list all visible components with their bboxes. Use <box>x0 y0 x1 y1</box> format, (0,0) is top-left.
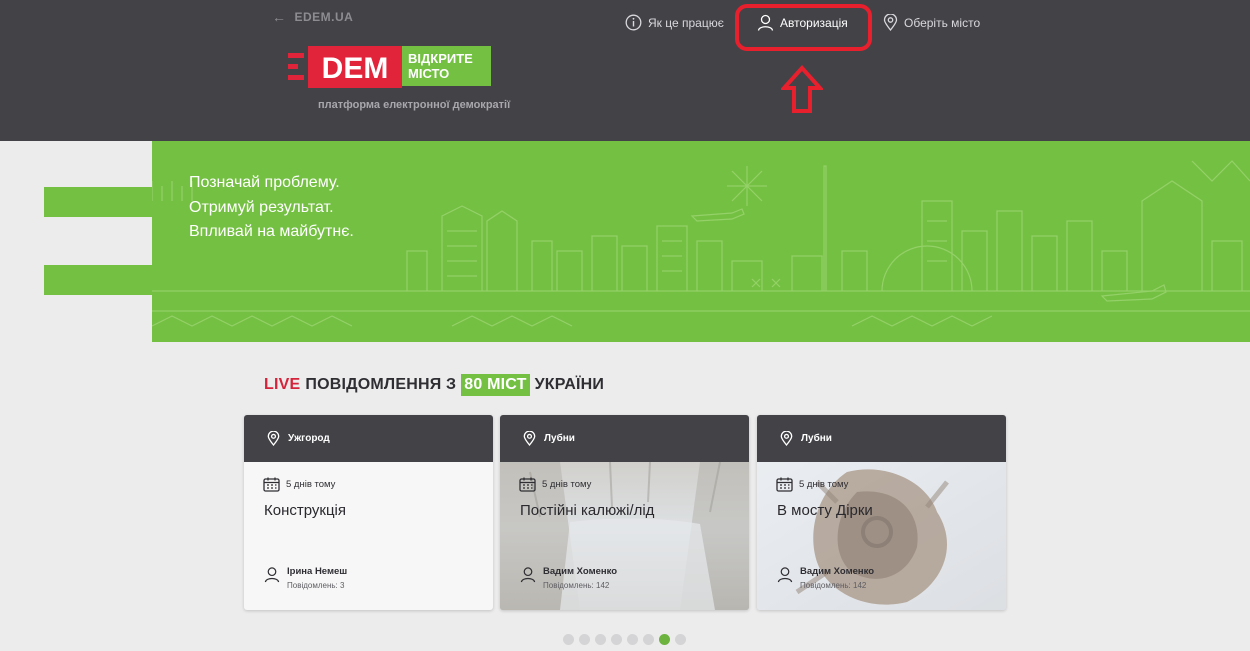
pagination-dot[interactable] <box>579 634 590 645</box>
banner-line-2: Отримуй результат. <box>189 198 334 216</box>
calendar-icon <box>776 477 793 492</box>
banner-line-1: Позначай проблему. <box>189 174 340 191</box>
card-date: 5 днів тому <box>776 477 848 492</box>
location-pin-icon <box>267 431 280 446</box>
card-date-text: 5 днів тому <box>542 479 592 490</box>
pagination-dot[interactable] <box>611 634 622 645</box>
report-card[interactable]: Лубни 5 днів тому Постійні калюжі/лід Ва… <box>500 415 749 610</box>
nav-city-label: Оберіть місто <box>904 15 981 30</box>
card-body: 5 днів тому Конструкція Ірина Немеш Пові… <box>244 462 493 610</box>
author-name: Ірина Немеш <box>287 566 348 577</box>
card-city: Лубни <box>544 433 575 444</box>
section-title: LIVE ПОВІДОМЛЕННЯ З 80 МІСТ УКРАЇНИ <box>264 374 604 396</box>
report-card[interactable]: Ужгород 5 днів тому Конструкція Ірина Не… <box>244 415 493 610</box>
logo-sub-line2: МІСТО <box>408 66 449 81</box>
card-date: 5 днів тому <box>263 477 335 492</box>
banner-bar-bottom <box>44 265 154 295</box>
logo-text: DEM <box>322 52 389 85</box>
user-icon <box>520 567 536 583</box>
location-pin-icon <box>883 14 898 31</box>
card-date-text: 5 днів тому <box>286 479 336 490</box>
user-icon <box>264 567 280 583</box>
arrow-left-icon: ← <box>272 9 287 25</box>
back-to-edem-link[interactable]: ← EDEM.UA <box>272 9 353 25</box>
edem-logo[interactable]: DEM ВІДКРИТЕ МІСТО <box>288 46 498 88</box>
user-icon <box>777 567 793 583</box>
card-body: 5 днів тому Постійні калюжі/лід Вадим Хо… <box>500 462 749 610</box>
author-report-count: Повідомлень: 3 <box>287 581 345 590</box>
banner-line-3: Впливай на майбутнє. <box>189 223 354 240</box>
red-arrow-up-icon <box>781 65 823 113</box>
card-header: Ужгород <box>244 415 493 462</box>
site-header: ← EDEM.UA DEM ВІДКРИТЕ МІСТО платформа е… <box>0 0 1250 141</box>
section-title-part2: УКРАЇНИ <box>534 376 605 393</box>
report-card[interactable]: Лубни 5 днів тому В мосту Дірки Вадим Хо… <box>757 415 1006 610</box>
author-name: Вадим Хоменко <box>543 566 618 577</box>
author-name: Вадим Хоменко <box>800 566 875 577</box>
live-label: LIVE <box>264 376 301 393</box>
cities-count-badge: 80 МІСТ <box>461 374 530 396</box>
info-icon <box>625 14 642 31</box>
card-city: Ужгород <box>288 433 330 444</box>
section-title-part1: ПОВІДОМЛЕННЯ З <box>305 376 457 393</box>
back-link-label: EDEM.UA <box>294 10 354 24</box>
nav-how-label: Як це працює <box>648 15 724 30</box>
card-body: 5 днів тому В мосту Дірки Вадим Хоменко … <box>757 462 1006 610</box>
user-icon <box>757 14 774 31</box>
card-author: Вадим Хоменко Повідомлень: 142 <box>520 566 617 590</box>
card-title: Конструкція <box>264 502 347 519</box>
location-pin-icon <box>780 431 793 446</box>
card-title: Постійні калюжі/лід <box>520 502 655 519</box>
card-author: Ірина Немеш Повідомлень: 3 <box>264 566 347 590</box>
card-header: Лубни <box>757 415 1006 462</box>
pagination-dot[interactable] <box>563 634 574 645</box>
calendar-icon <box>263 477 280 492</box>
logo-tagline: платформа електронної демократії <box>318 99 511 111</box>
banner-bar-top <box>44 187 154 217</box>
location-pin-icon <box>523 431 536 446</box>
logo-sub-line1: ВІДКРИТЕ <box>408 51 473 66</box>
nav-auth-label: Авторизація <box>780 15 848 30</box>
pagination-dot[interactable] <box>675 634 686 645</box>
pagination-dot[interactable] <box>659 634 670 645</box>
pagination-dot[interactable] <box>627 634 638 645</box>
card-date-text: 5 днів тому <box>799 479 849 490</box>
hero-banner: Позначай проблему. Отримуй результат. Вп… <box>152 141 1250 342</box>
nav-choose-city[interactable]: Оберіть місто <box>883 14 980 31</box>
card-city: Лубни <box>801 433 832 444</box>
author-report-count: Повідомлень: 142 <box>800 581 867 590</box>
nav-authorization[interactable]: Авторизація <box>757 14 848 31</box>
pagination-dot[interactable] <box>595 634 606 645</box>
card-header: Лубни <box>500 415 749 462</box>
author-report-count: Повідомлень: 142 <box>543 581 610 590</box>
card-title: В мосту Дірки <box>777 502 873 519</box>
card-author: Вадим Хоменко Повідомлень: 142 <box>777 566 874 590</box>
nav-how-it-works[interactable]: Як це працює <box>625 14 724 31</box>
card-date: 5 днів тому <box>519 477 591 492</box>
carousel-pagination <box>563 634 686 645</box>
pagination-dot[interactable] <box>643 634 654 645</box>
calendar-icon <box>519 477 536 492</box>
banner-slogan: Позначай проблему. Отримуй результат. Вп… <box>189 171 354 245</box>
